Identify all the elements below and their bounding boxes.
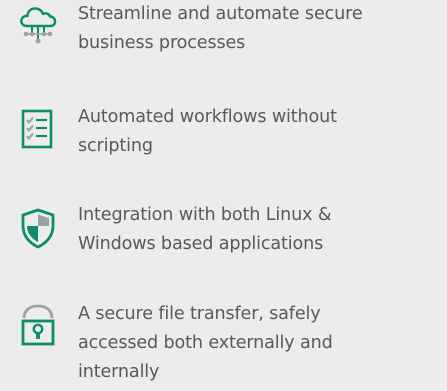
feature-text-line: Windows based applications (78, 234, 324, 254)
feature-text-line: Integration with both Linux & (78, 205, 332, 225)
cloud-network-icon (18, 6, 58, 50)
feature-text: Automated workflows without scripting (78, 103, 438, 161)
feature-text-line: Automated workflows without (78, 107, 337, 127)
feature-list-page: { "colors": { "background": "#ececec", "… (0, 0, 447, 391)
feature-text: Streamline and automate secure business … (78, 0, 438, 58)
padlock-icon (18, 303, 58, 347)
feature-text-line: business processes (78, 33, 246, 53)
feature-text-line: A secure file transfer, safely (78, 304, 321, 324)
shield-icon (18, 206, 58, 250)
feature-text: Integration with both Linux & Windows ba… (78, 201, 438, 259)
feature-text-line: internally (78, 362, 160, 382)
checklist-icon (18, 105, 58, 149)
feature-text-line: Streamline and automate secure (78, 4, 363, 24)
feature-text: A secure file transfer, safely accessed … (78, 300, 438, 387)
feature-text-line: accessed both externally and (78, 333, 333, 353)
feature-text-line: scripting (78, 136, 153, 156)
